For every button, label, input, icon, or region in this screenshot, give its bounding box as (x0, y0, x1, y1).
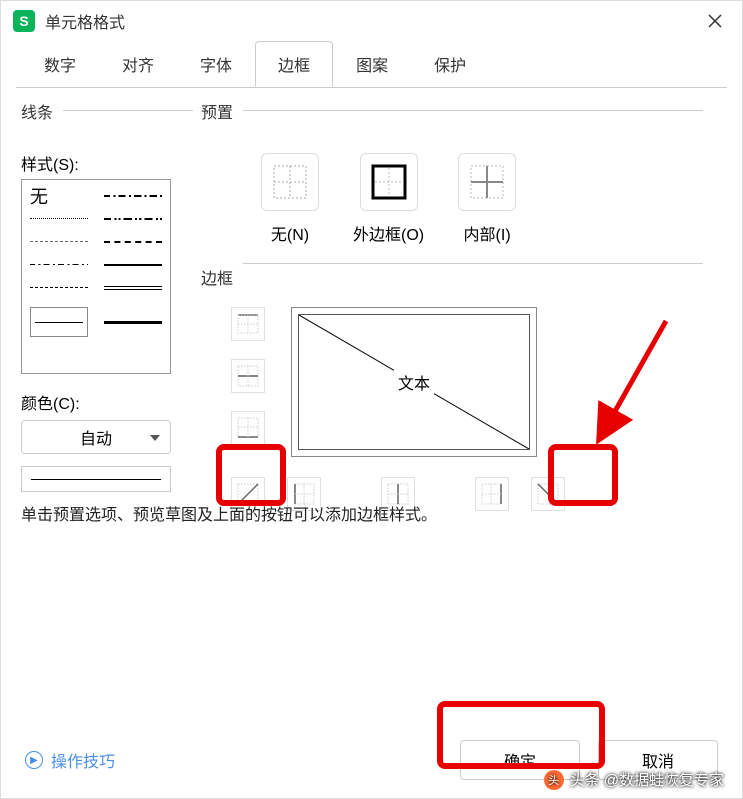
border-section-label: 边框 (201, 265, 722, 289)
line-style-opt[interactable] (104, 321, 162, 324)
border-right-button[interactable] (475, 477, 509, 511)
border-right-icon (480, 482, 504, 506)
tab-border[interactable]: 边框 (255, 41, 333, 87)
line-section-rule (63, 110, 193, 111)
color-preview (21, 466, 171, 492)
line-style-opt[interactable] (30, 241, 88, 242)
tab-font[interactable]: 字体 (177, 41, 255, 87)
close-icon (707, 13, 723, 29)
line-style-opt[interactable] (104, 264, 162, 266)
content-area: 线条 样式(S): 无 (1, 87, 742, 111)
border-hmid-icon (236, 364, 260, 388)
border-diag-down-icon (536, 482, 560, 506)
preset-none: 无(N) (261, 153, 319, 245)
border-top-button[interactable] (231, 307, 265, 341)
line-style-opt[interactable] (104, 195, 162, 197)
line-style-none[interactable]: 无 (30, 183, 48, 209)
dialog-title: 单元格格式 (45, 9, 700, 33)
cell-format-dialog: S 单元格格式 数字 对齐 字体 边框 图案 保护 线条 样式(S): 无 (0, 0, 743, 799)
annotation-arrow (561, 311, 681, 451)
border-hmid-button[interactable] (231, 359, 265, 393)
preset-section-label: 预置 (201, 99, 722, 123)
watermark-text: 头条 @数据蛙恢复专家 (570, 769, 724, 790)
watermark-icon: 头 (544, 770, 564, 790)
preset-none-button[interactable] (261, 153, 319, 211)
side-buttons (231, 307, 265, 445)
line-style-opt[interactable] (104, 218, 162, 220)
right-panel: 预置 无(N) (201, 99, 722, 307)
tips-label: 操作技巧 (51, 748, 115, 772)
border-preview[interactable]: 文本 (291, 307, 537, 457)
titlebar: S 单元格格式 (1, 1, 742, 41)
border-section-rule (243, 263, 703, 264)
hint-text: 单击预置选项、预览草图及上面的按钮可以添加边框样式。 (21, 501, 437, 525)
border-diag-down-button[interactable] (531, 477, 565, 511)
preset-outer: 外边框(O) (353, 153, 424, 245)
preset-none-label: 无(N) (271, 221, 309, 245)
color-dropdown[interactable]: 自动 (21, 420, 171, 454)
watermark: 头 头条 @数据蛙恢复专家 (544, 769, 724, 790)
border-top-icon (236, 312, 260, 336)
preset-inner-button[interactable] (458, 153, 516, 211)
preset-none-icon (272, 164, 308, 200)
tab-pattern[interactable]: 图案 (333, 41, 411, 87)
tab-number[interactable]: 数字 (21, 41, 99, 87)
line-style-opt[interactable] (104, 241, 162, 243)
preview-text: 文本 (394, 370, 434, 394)
border-bottom-button[interactable] (231, 411, 265, 445)
preset-section-rule (243, 110, 703, 111)
line-style-selected[interactable] (30, 307, 88, 337)
line-panel: 线条 样式(S): 无 (21, 99, 186, 492)
app-icon: S (13, 10, 35, 32)
preset-outer-label: 外边框(O) (353, 221, 424, 245)
color-preview-line (31, 479, 161, 480)
tab-align[interactable]: 对齐 (99, 41, 177, 87)
preset-row: 无(N) 外边框(O) (261, 153, 722, 245)
color-label: 颜色(C): (21, 390, 186, 414)
line-style-list[interactable]: 无 (21, 179, 171, 374)
preset-inner: 内部(I) (458, 153, 516, 245)
play-icon: ▶ (25, 751, 43, 769)
line-section-label: 线条 (21, 99, 186, 123)
preset-inner-icon (469, 164, 505, 200)
line-style-opt[interactable] (30, 218, 88, 219)
tab-bar: 数字 对齐 字体 边框 图案 保护 (1, 41, 742, 87)
close-button[interactable] (700, 6, 730, 36)
style-label: 样式(S): (21, 151, 186, 175)
line-style-opt[interactable] (30, 264, 88, 265)
preset-outer-button[interactable] (360, 153, 418, 211)
preset-outer-icon (371, 164, 407, 200)
caret-down-icon (150, 428, 160, 446)
color-value: 自动 (80, 425, 112, 449)
border-bottom-icon (236, 416, 260, 440)
line-style-opt[interactable] (104, 286, 162, 290)
tab-protect[interactable]: 保护 (411, 41, 489, 87)
tips-link[interactable]: ▶ 操作技巧 (25, 748, 115, 772)
line-style-opt[interactable] (30, 287, 88, 288)
preset-inner-label: 内部(I) (464, 221, 511, 245)
border-section: 边框 (201, 265, 722, 289)
